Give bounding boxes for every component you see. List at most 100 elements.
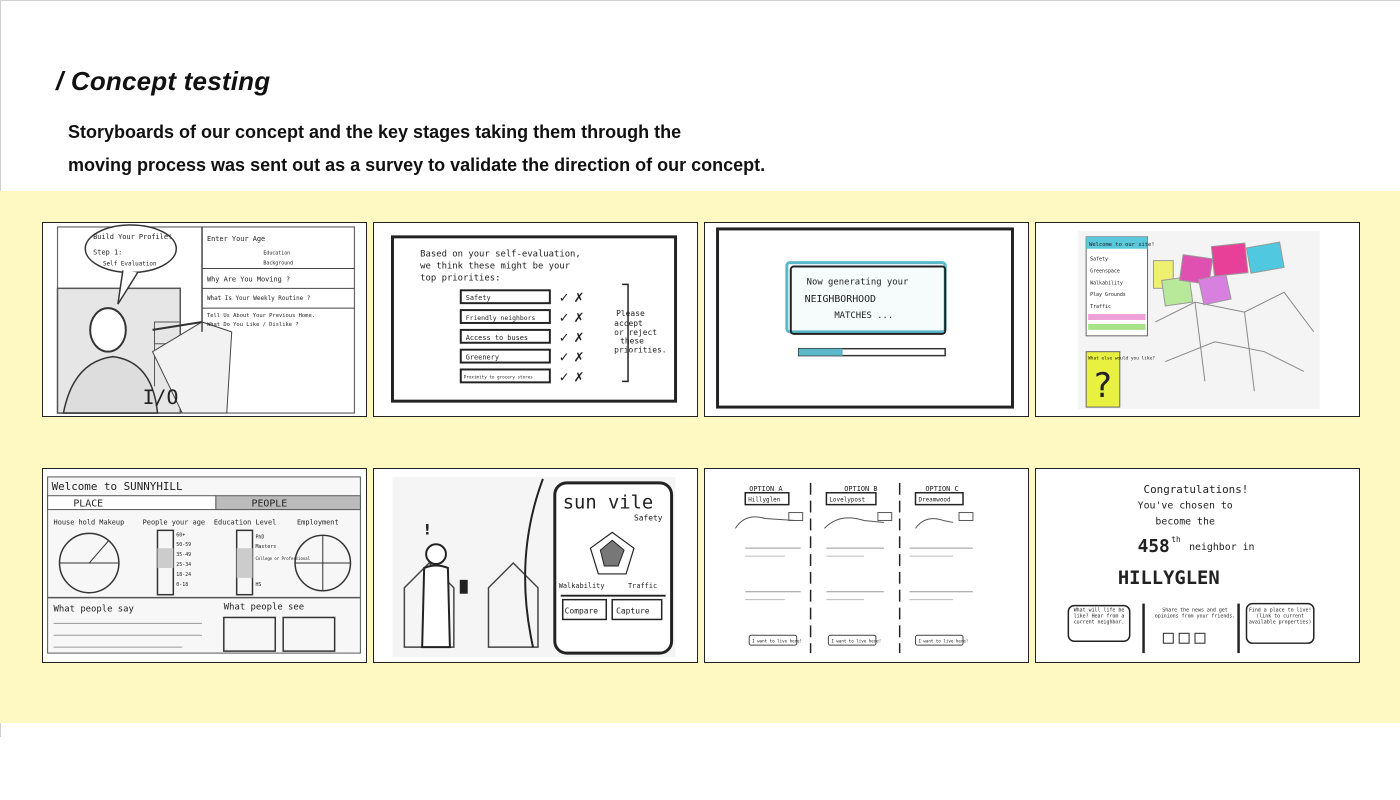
facebook-icon[interactable]	[1162, 632, 1174, 644]
storyboard-neighborhood-sketch: Welcome to SUNNYHILL PLACE PEOPLE House …	[42, 468, 367, 663]
sketch1-bubble-line3: Self Evaluation	[103, 261, 157, 268]
radar-label-top: Safety	[634, 513, 663, 522]
sketch8-box1: What will life be like? Hear from a curr…	[1073, 607, 1125, 626]
sketch2-intro-line2: we think these might be your	[420, 262, 571, 272]
question-mark-icon: ?	[1094, 366, 1112, 405]
accept-check-icon: ✓ ✗	[559, 331, 585, 346]
sketch2-note-line2: accept	[614, 319, 643, 328]
sketch1-question-moving: Why Are You Moving ?	[207, 275, 290, 283]
sketch8-box3: Find a place to live! (link to current a…	[1248, 607, 1312, 626]
sketch3-line1: Now generating your	[807, 277, 909, 287]
tab-people: PEOPLE	[252, 499, 288, 510]
sketch1-question-background: Background	[263, 261, 293, 267]
sketch8-place: HILLYGLEN	[1118, 568, 1220, 589]
edu-label: College or Professional	[255, 556, 310, 561]
sketch5-title: Welcome to SUNNYHILL	[52, 480, 183, 493]
storyboard-profile-sketch: I/O Build Your Profile! Step 1: Self Eva…	[42, 222, 367, 417]
edu-label: PhD	[255, 534, 264, 540]
age-label: 0-18	[176, 582, 188, 588]
sketch5-col2: People your age	[143, 518, 205, 526]
sketch1-digit-mark: I/O	[143, 386, 179, 409]
age-label: 50-59	[176, 542, 191, 548]
priority-item: Safety	[466, 294, 491, 302]
sketch1-bubble-line1: Build Your Profile!	[93, 233, 172, 241]
age-label: 18-24	[176, 572, 191, 578]
storyboard-map-sketch: Welcome to our site! Safety Greenspace W…	[1035, 222, 1360, 417]
generating-sketch-image: Now generating your NEIGHBORHOOD MATCHES…	[716, 227, 1014, 409]
exclamation-icon: !	[424, 522, 430, 538]
priority-item: Proximity to grocery stores	[464, 374, 534, 380]
compare-button-label: Compare	[565, 607, 599, 616]
twitter-icon[interactable]	[1194, 632, 1206, 644]
app-sketch-image: ! sun vile Safety Walkability Traffic Co…	[392, 476, 676, 658]
sketch8-box2: Share the news and get opinions from you…	[1154, 607, 1236, 620]
storyboard-congratulations-sketch: Congratulations! You've chosen to become…	[1035, 468, 1360, 663]
age-label: 60+	[176, 532, 185, 538]
edu-label: HS	[255, 582, 261, 588]
storyboard-priorities-sketch: Based on your self-evaluation, we think …	[373, 222, 698, 417]
sketch1-question-routine: What Is Your Weekly Routine ?	[207, 295, 310, 302]
sketch4-row: Play Grounds	[1090, 292, 1126, 298]
live-here-button-label: I want to live here!	[918, 639, 968, 644]
priority-item: Friendly neighbors	[466, 314, 536, 322]
sketch1-question-age: Enter Your Age	[207, 235, 265, 243]
storyboard-app-sketch: ! sun vile Safety Walkability Traffic Co…	[373, 468, 698, 663]
age-label: 25-34	[176, 562, 191, 568]
storyboard-generating-sketch: Now generating your NEIGHBORHOOD MATCHES…	[704, 222, 1029, 417]
live-here-button-label: I want to live here!	[831, 639, 881, 644]
sketch5-col4: Employment	[297, 518, 339, 526]
sketch4-row: Traffic	[1090, 304, 1111, 310]
option-label: OPTION A	[749, 485, 783, 493]
priority-item: Access to buses	[466, 334, 528, 342]
email-icon[interactable]	[1178, 632, 1190, 644]
sketch3-line2: NEIGHBORHOOD	[805, 294, 876, 305]
radar-label-left: Walkability	[559, 582, 605, 590]
sketch4-prompt: What else would you like?	[1088, 356, 1155, 362]
tab-place: PLACE	[73, 499, 103, 510]
description-line-1: Storyboards of our concept and the key s…	[68, 122, 682, 142]
progress-bar-fill	[798, 348, 843, 356]
option-label: OPTION B	[844, 485, 877, 493]
sketch8-line1: Congratulations!	[1144, 483, 1249, 496]
priority-list: Safety ✓ ✗ Friendly neighbors ✓ ✗ Access…	[459, 289, 585, 385]
sketch5-col1: House hold Makeup	[54, 518, 125, 526]
sketch8-line3: become the	[1155, 516, 1215, 527]
accept-check-icon: ✓ ✗	[559, 311, 585, 326]
sketch1-question-education: Education	[263, 251, 290, 257]
map-sketch-image: Welcome to our site! Safety Greenspace W…	[1078, 230, 1320, 410]
sketch5-col3: Education Level	[214, 518, 276, 526]
sketch2-note-line1: Please	[616, 309, 645, 318]
option-name: Hillyglen	[748, 497, 781, 504]
priority-item: Greenery	[466, 354, 499, 362]
neighborhood-sketch-image: Welcome to SUNNYHILL PLACE PEOPLE House …	[47, 476, 361, 654]
sketch2-intro-line3: top priorities:	[420, 273, 500, 283]
sketch2-note-line4: these	[620, 337, 644, 346]
profile-sketch-image: I/O Build Your Profile! Step 1: Self Eva…	[56, 224, 356, 414]
sketch8-line2: You've chosen to	[1138, 501, 1233, 512]
capture-button-label: Capture	[616, 607, 650, 616]
priorities-sketch-image: Based on your self-evaluation, we think …	[390, 235, 678, 403]
app-title: sun vile	[563, 493, 654, 514]
live-here-button-label: I want to live here!	[752, 639, 802, 644]
accept-check-icon: ✓ ✗	[559, 370, 585, 385]
sketch1-bubble-line2: Step 1:	[93, 249, 122, 257]
sketch8-rank: 458	[1138, 536, 1170, 557]
accept-check-icon: ✓ ✗	[559, 351, 585, 366]
sketch8-rank-suffix: th	[1171, 535, 1181, 544]
sketch4-row: Safety	[1090, 257, 1108, 263]
sketch5-says: What people say	[54, 605, 134, 615]
sketch2-intro-line1: Based on your self-evaluation,	[420, 250, 581, 260]
sketch8-line4: neighbor in	[1189, 542, 1254, 553]
sketch2-note-line5: priorities.	[614, 346, 666, 355]
edu-label: Masters	[255, 544, 276, 550]
page-description: Storyboards of our concept and the key s…	[68, 116, 828, 182]
sketch4-row: Walkability	[1090, 280, 1123, 286]
option-label: OPTION C	[925, 485, 958, 493]
sketch4-panel-title: Welcome to our site!	[1089, 242, 1154, 248]
sketch1-question-likes: What Do You Like / Dislike ?	[207, 322, 299, 328]
sketch1-question-previous-home: Tell Us About Your Previous Home.	[207, 313, 315, 319]
sketch5-sees: What people see	[224, 603, 304, 613]
page-title: / Concept testing	[56, 66, 271, 96]
storyboard-options-sketch: OPTION A OPTION B OPTION C Hillyglen Lov…	[704, 468, 1029, 663]
option-name: Lovelypost	[829, 497, 865, 504]
